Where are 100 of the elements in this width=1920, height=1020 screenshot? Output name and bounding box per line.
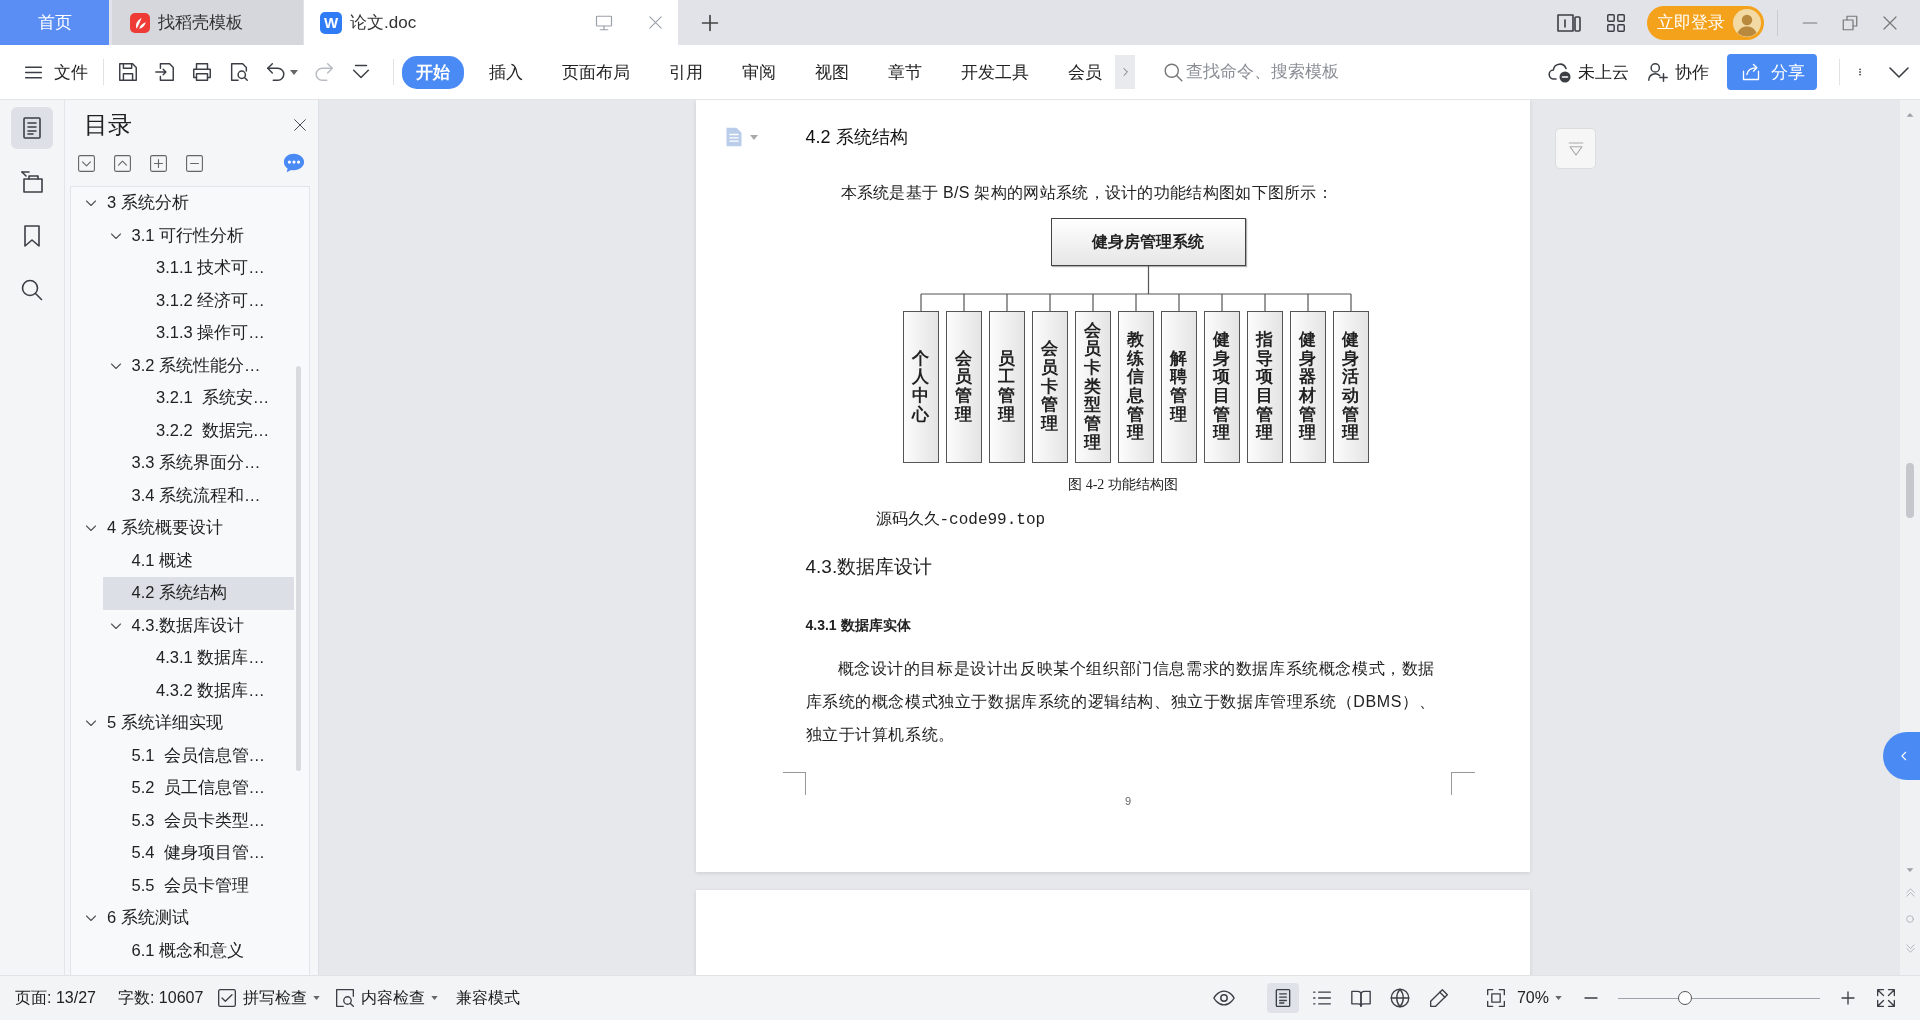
outline-item[interactable]: 3.2 系统性能分… [102,349,294,382]
diagram-module-node: 健身器材管理 [1289,311,1326,463]
ribbon-tab[interactable]: 引用 [655,55,717,89]
panel-icon[interactable] [20,170,44,194]
diagram-module-node: 会员卡类型管理 [1074,311,1111,463]
source-note: 源码久久-code99.top [874,510,1047,530]
file-menu[interactable]: 文件 [23,60,88,84]
ribbon-tab[interactable]: 章节 [874,55,936,89]
zoom-level-dropdown[interactable]: 70% [1516,989,1562,1007]
ribbon-tab[interactable]: 审阅 [728,55,790,89]
leaf-logo-icon [130,12,150,33]
outline-item[interactable]: 4.3.2 数据库… [127,674,294,707]
outline-item[interactable]: 3.1.3 操作可… [127,317,294,350]
app-logo-icon: W [320,11,342,34]
outline-item[interactable]: 5 系统详细实现 [78,707,294,740]
outline-item[interactable]: 3.4 系统流程和… [102,479,294,512]
ribbon-tab[interactable]: 页面布局 [548,55,644,89]
caret-down-icon[interactable] [313,996,321,1000]
word-count: 字数: 10607 [117,987,204,1008]
chevron-down-icon[interactable] [1888,66,1910,78]
print-preview-icon[interactable] [228,61,250,83]
outline-item[interactable]: 3.2.1 系统安… [127,382,294,415]
panel-toggle-button[interactable] [1555,128,1596,169]
remove-heading-icon[interactable] [185,153,204,173]
outline-icon[interactable] [20,116,44,140]
ribbon-tab[interactable]: 插入 [475,55,537,89]
outline-item[interactable]: 4.3.数据库设计 [102,609,294,642]
subsection-heading: 4.3.1 数据库实体 [805,616,912,635]
outline-item[interactable]: 4.2 系统结构 [102,577,294,610]
ribbon-tab[interactable]: 开发工具 [947,55,1043,89]
ribbon-tab[interactable]: 会员 [1054,55,1116,89]
check-square-icon[interactable] [217,988,238,1008]
scrollbar-thumb[interactable] [296,366,301,771]
content-check-button[interactable]: 内容检查 [335,987,439,1009]
chat-bubble-icon[interactable] [283,152,305,174]
diagram-root-node: 健身房管理系统 [1050,218,1246,266]
search-icon[interactable] [20,278,44,302]
outline-item[interactable]: 3.1.2 经济可… [127,284,294,317]
caret-down-icon[interactable] [431,996,439,1000]
cloud-status-button[interactable]: 未上云 [1548,60,1629,84]
vertical-scrollbar[interactable] [1900,100,1920,975]
spell-check-button[interactable]: 拼写检查 [217,987,321,1009]
outline-item[interactable]: 5.3 会员卡类型… [102,804,294,837]
scrollbar-thumb[interactable] [1906,463,1914,518]
person-plus-icon[interactable] [1647,61,1669,83]
side-rail-button[interactable] [11,107,53,149]
collapse-all-icon[interactable] [77,153,96,173]
monitor-icon[interactable] [595,13,613,32]
fullscreen-icon[interactable] [1876,988,1896,1008]
book-icon[interactable] [1350,988,1371,1008]
margin-corner-mark [1450,772,1475,795]
pen-icon[interactable] [1428,988,1449,1008]
outline-item[interactable]: 6.1 概念和意义 [102,934,294,967]
export-icon[interactable] [154,61,176,83]
search-icon[interactable] [1163,61,1184,83]
fit-page-icon[interactable] [1485,988,1506,1008]
share-icon[interactable] [1741,62,1761,82]
collaborate-button[interactable]: 协作 [1647,60,1709,84]
zoom-in-icon[interactable] [1840,990,1856,1006]
compat-mode-button[interactable]: 兼容模式 [456,987,521,1009]
diagram-module-node: 解聘管理 [1160,311,1197,463]
diagram-module-node: 指导项目管理 [1246,311,1283,463]
diagram-module-node: 会员卡管理 [1031,311,1068,463]
eye-icon[interactable] [1212,987,1235,1009]
close-icon[interactable] [292,117,308,133]
outline-item[interactable]: 5.1 会员信息管… [102,739,294,772]
outline-item[interactable]: 3.2.2 数据完… [127,414,294,447]
add-heading-icon[interactable] [149,153,168,173]
new-tab-icon[interactable] [700,12,720,33]
outline-item[interactable]: 3 系统分析 [78,187,294,220]
outline-item[interactable]: 6 系统测试 [78,902,294,935]
outline-item[interactable]: 3.1 可行性分析 [102,219,294,252]
document-search-icon[interactable] [335,988,356,1008]
grid-icon[interactable] [1605,11,1627,34]
outline-item[interactable]: 5.5 会员卡管理 [102,869,294,902]
globe-icon[interactable] [1389,988,1410,1008]
outline-item[interactable]: 4.3.1 数据库… [127,642,294,675]
undo-icon[interactable] [265,61,287,83]
document-tab[interactable]: W 论文.doc [304,0,678,45]
section-heading: 4.2 系统结构 [805,126,908,149]
expand-up-icon[interactable] [113,153,132,173]
view-mode-button[interactable] [1266,983,1299,1013]
outline-item[interactable]: 5.2 员工信息管… [102,772,294,805]
diagram-module-node: 个人中心 [902,311,939,463]
caret-down-icon[interactable] [1555,996,1562,1000]
template-tab[interactable]: 找稻壳模板 [112,0,303,45]
cloud-icon[interactable] [1548,60,1572,84]
outline-item[interactable]: 4.1 概述 [102,544,294,577]
outline-item[interactable]: 3.3 系统界面分… [102,447,294,480]
restore-icon[interactable] [1841,13,1859,32]
outline-item[interactable]: 3.1.1 技术可… [127,252,294,285]
ribbon-tab[interactable]: 视图 [801,55,863,89]
save-icon[interactable] [117,61,139,83]
outline-item[interactable]: 5.4 健身项目管… [102,837,294,870]
caret-down-icon[interactable] [290,69,298,75]
search-field[interactable]: 查找命令、搜索模板 [1186,62,1361,82]
outline-item[interactable]: 4 系统概要设计 [78,512,294,545]
panel-title: 目录 [84,110,132,140]
slider-thumb[interactable] [1677,991,1692,1005]
print-icon[interactable] [191,61,213,83]
